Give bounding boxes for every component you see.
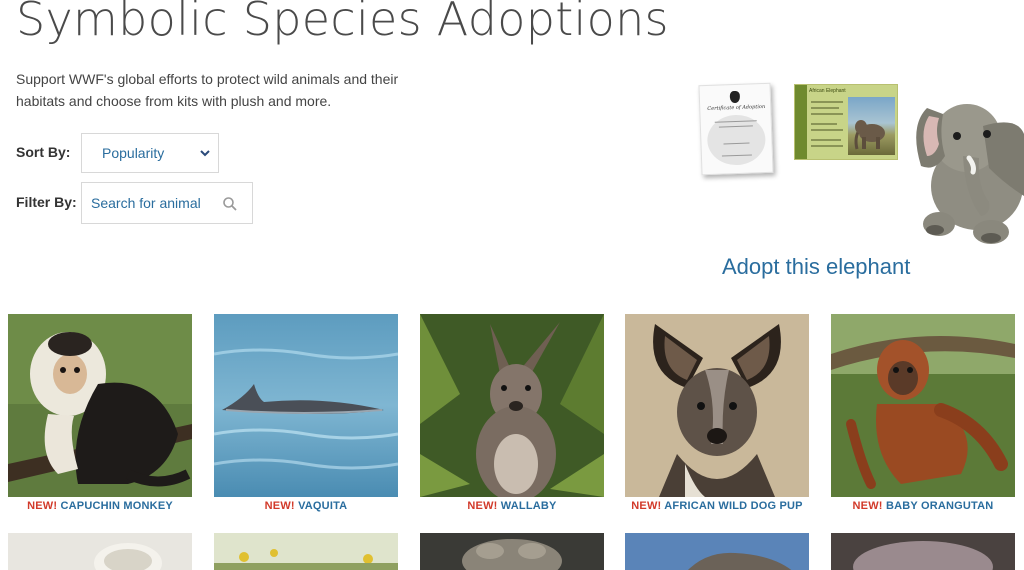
animal-caption[interactable]: NEW! BABY ORANGUTAN	[831, 500, 1015, 512]
animal-photo[interactable]	[8, 533, 192, 570]
new-badge: NEW!	[27, 500, 58, 512]
animal-photo[interactable]	[214, 533, 398, 570]
animal-card[interactable]: NEW! WALLABY	[420, 314, 604, 512]
sort-select[interactable]: Popularity	[81, 133, 219, 173]
animal-caption[interactable]: NEW! WALLABY	[420, 500, 604, 512]
vaquita-photo[interactable]	[214, 314, 398, 497]
animal-card[interactable]	[214, 533, 398, 570]
animal-name[interactable]: AFRICAN WILD DOG PUP	[664, 500, 802, 512]
page-title: Symbolic Species Adoptions	[16, 0, 669, 46]
animal-card[interactable]	[8, 533, 192, 570]
chevron-down-icon	[200, 150, 210, 157]
search-box	[81, 182, 253, 224]
new-badge: NEW!	[467, 500, 498, 512]
animal-card[interactable]: NEW! VAQUITA	[214, 314, 398, 512]
factsheet-title: African Elephant	[809, 88, 846, 94]
sort-value: Popularity	[102, 145, 165, 161]
animal-photo[interactable]	[420, 533, 604, 570]
search-input[interactable]	[82, 183, 222, 223]
animal-name[interactable]: BABY ORANGUTAN	[886, 500, 994, 512]
sort-label: Sort By:	[16, 144, 71, 160]
new-badge: NEW!	[631, 500, 662, 512]
search-icon[interactable]	[222, 196, 238, 212]
animal-photo[interactable]	[831, 533, 1015, 570]
animal-card[interactable]: NEW! CAPUCHIN MONKEY	[8, 314, 192, 512]
certificate-title: Certificate of Adoption	[707, 103, 766, 112]
animal-name[interactable]: CAPUCHIN MONKEY	[61, 500, 173, 512]
animal-card[interactable]	[625, 533, 809, 570]
animal-caption[interactable]: NEW! CAPUCHIN MONKEY	[8, 500, 192, 512]
adopt-elephant-link[interactable]: Adopt this elephant	[722, 254, 910, 280]
species-factsheet-image: African Elephant	[794, 84, 898, 160]
new-badge: NEW!	[264, 500, 295, 512]
filter-label: Filter By:	[16, 194, 77, 210]
wallaby-photo[interactable]	[420, 314, 604, 497]
animal-caption[interactable]: NEW! AFRICAN WILD DOG PUP	[625, 500, 809, 512]
new-badge: NEW!	[852, 500, 883, 512]
animal-card[interactable]	[831, 533, 1015, 570]
animal-name[interactable]: VAQUITA	[298, 500, 347, 512]
animal-name[interactable]: WALLABY	[501, 500, 557, 512]
animal-caption[interactable]: NEW! VAQUITA	[214, 500, 398, 512]
animal-card[interactable]: NEW! AFRICAN WILD DOG PUP	[625, 314, 809, 512]
intro-text: Support WWF's global efforts to protect …	[16, 71, 399, 109]
baby-orangutan-photo[interactable]	[831, 314, 1015, 497]
elephant-plush-image	[916, 104, 1024, 244]
animal-card[interactable]: NEW! BABY ORANGUTAN	[831, 314, 1015, 512]
animal-card[interactable]	[420, 533, 604, 570]
adoption-certificate-image: Certificate of Adoption	[698, 82, 774, 176]
panda-logo-icon	[729, 90, 741, 104]
capuchin-monkey-photo[interactable]	[8, 314, 192, 497]
african-wild-dog-pup-photo[interactable]	[625, 314, 809, 497]
animal-photo[interactable]	[625, 533, 809, 570]
